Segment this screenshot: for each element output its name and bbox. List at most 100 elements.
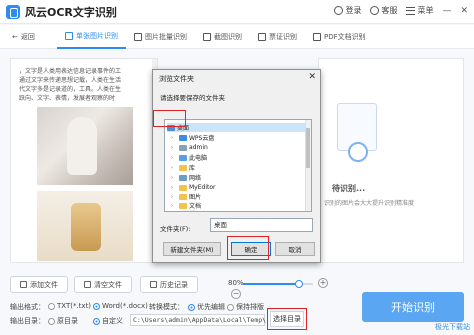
dialog-title: 浏览文件夹 (159, 75, 194, 83)
tree-label: admin (189, 144, 208, 151)
radio-selected-icon (93, 317, 100, 325)
history-icon (150, 281, 157, 288)
ok-button[interactable]: 确定 (231, 242, 271, 256)
tree-label: 桌面 (177, 125, 190, 132)
expand-arrow-icon[interactable]: › (171, 145, 177, 151)
tree-label: 此电脑 (189, 155, 208, 162)
tab-label: 单张图片识别 (76, 31, 118, 40)
folder-icon (179, 193, 187, 200)
path-custom-option[interactable]: 自定义 (93, 316, 123, 326)
perfume-photo (37, 191, 133, 261)
browse-folder-dialog: 浏览文件夹 ✕ 请选择要保存的文件夹 桌面 › WPS云盘 › admin › … (152, 69, 321, 263)
tab-ticket[interactable]: 票证识别 (250, 25, 305, 49)
tree-item-myeditor[interactable]: › MyEditor (171, 183, 215, 192)
clear-file-label: 清空文件 (94, 280, 122, 289)
document-text: ，文字是人类用表达信息记录事件的工 通过文字来传递思想记载，人类在生活 代文字多… (19, 67, 151, 103)
close-button[interactable]: ✕ (460, 6, 468, 16)
tree-item-desktop[interactable]: 桌面 (167, 123, 305, 132)
expand-arrow-icon[interactable]: › (171, 203, 177, 209)
add-file-button[interactable]: 添加文件 (10, 276, 68, 293)
new-folder-button[interactable]: 新建文件夹(M) (163, 242, 221, 256)
result-panel: 待识别... 识别的图片会大大提升识别精准度 (318, 58, 464, 263)
option-label: 原目录 (57, 317, 78, 325)
history-button[interactable]: 历史记录 (140, 276, 198, 293)
radio-icon (48, 317, 55, 325)
cancel-button[interactable]: 取消 (275, 242, 315, 256)
add-file-label: 添加文件 (30, 280, 58, 289)
dialog-prompt: 请选择要保存的文件夹 (160, 94, 225, 102)
cloud-icon (179, 134, 187, 141)
tree-label: MyEditor (189, 184, 216, 191)
expand-arrow-icon[interactable]: › (171, 155, 177, 161)
start-recognition-button[interactable]: 开始识别 (362, 292, 464, 322)
pdf-icon (313, 32, 321, 41)
user-folder-icon (179, 144, 187, 151)
images-icon (134, 32, 142, 41)
clear-file-button[interactable]: 清空文件 (74, 276, 132, 293)
tab-single-image[interactable]: 单张图片识别 (57, 25, 126, 49)
zoom-label: 80% (228, 279, 244, 287)
minimize-button[interactable]: — (442, 6, 451, 16)
tab-batch-image[interactable]: 图片批量识别 (126, 25, 195, 49)
tree-item-network[interactable]: › 网络 (171, 173, 201, 182)
tree-label: 图片 (189, 194, 202, 201)
radio-icon (48, 302, 55, 310)
folder-name-field[interactable]: 桌面 (210, 218, 313, 232)
tree-label: 网络 (189, 175, 202, 182)
tab-pdf[interactable]: PDF文档识别 (305, 25, 374, 49)
folder-icon (179, 210, 187, 211)
expand-arrow-icon[interactable]: › (171, 165, 177, 171)
tab-screenshot[interactable]: 截图识别 (195, 25, 250, 49)
menu-icon (406, 6, 416, 15)
tree-scrollbar[interactable] (305, 120, 311, 211)
tree-item-wps-cloud[interactable]: › WPS云盘 (171, 133, 214, 142)
arrow-left-icon: ← (12, 32, 18, 41)
back-button[interactable]: ← 返回 (12, 32, 57, 42)
option-label: Word(*.docx) (102, 302, 148, 310)
service-button[interactable]: 客服 (370, 5, 397, 16)
document-line: 代文字多是记录道的，工具。人类在生 (19, 86, 122, 93)
woman-photo (37, 107, 133, 185)
tree-item-library[interactable]: › 库 (171, 163, 195, 172)
history-label: 历史记录 (160, 280, 188, 289)
title-actions: 登录 客服 菜单 — ✕ (334, 5, 468, 16)
radio-icon (227, 303, 234, 311)
image-icon (65, 31, 73, 40)
folder-tree[interactable]: 桌面 › WPS云盘 › admin › 此电脑 › 库 › 网络 › MyEd… (164, 119, 312, 212)
dialog-close-button[interactable]: ✕ (308, 72, 316, 82)
zoom-in-icon[interactable]: + (318, 278, 328, 288)
headset-icon (370, 6, 380, 15)
tree-item-this-pc[interactable]: › 此电脑 (171, 153, 207, 162)
tab-label: 图片批量识别 (145, 32, 187, 41)
service-label: 客服 (381, 6, 398, 15)
tree-scroll-thumb[interactable] (306, 128, 310, 168)
tree-item-new[interactable]: › 新 (171, 209, 195, 212)
folder-icon (179, 164, 187, 171)
menu-button[interactable]: 菜单 (406, 5, 433, 16)
document-preview[interactable]: ，文字是人类用表达信息记录事件的工 通过文字来传递思想记载，人类在生活 代文字多… (10, 58, 158, 263)
document-line: 跃向、文字、表情，发展者观察的时 (19, 95, 116, 102)
user-icon (334, 6, 344, 15)
output-path-field[interactable]: C:\Users\admin\AppData\Local\Temp\ (130, 314, 266, 326)
tree-label: WPS云盘 (189, 135, 215, 142)
zoom-out-icon[interactable]: − (231, 289, 241, 299)
expand-arrow-icon[interactable]: › (171, 175, 177, 181)
format-word-option[interactable]: Word(*.docx) (93, 302, 148, 310)
expand-arrow-icon[interactable]: › (171, 194, 177, 200)
zoom-slider[interactable] (243, 280, 313, 288)
zoom-slider-knob[interactable] (295, 280, 303, 288)
expand-arrow-icon[interactable]: › (171, 185, 177, 191)
tree-item-pictures[interactable]: › 图片 (171, 192, 201, 201)
expand-arrow-icon[interactable]: › (171, 211, 177, 212)
choose-dir-button[interactable]: 选择目录 (270, 311, 304, 327)
path-original-option[interactable]: 原目录 (48, 316, 78, 326)
format-txt-option[interactable]: TXT(*.txt) (48, 302, 91, 310)
mode-layout-option[interactable]: 保持排版 (227, 302, 264, 312)
watermark-text: 极光下载站 (435, 323, 470, 331)
tree-item-admin[interactable]: › admin (171, 143, 208, 152)
login-label: 登录 (345, 6, 362, 15)
mode-edit-option[interactable]: 优先编辑 (188, 302, 225, 312)
expand-arrow-icon[interactable]: › (171, 135, 177, 141)
radio-selected-icon (188, 303, 195, 311)
login-button[interactable]: 登录 (334, 5, 361, 16)
